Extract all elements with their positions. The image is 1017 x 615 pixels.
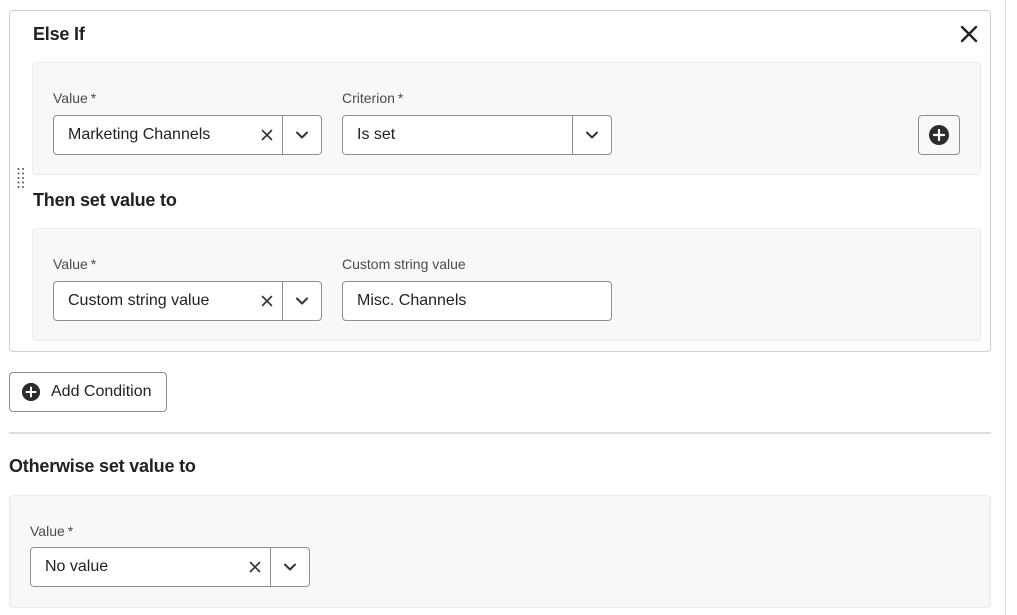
clear-icon <box>261 295 273 307</box>
condition-value-dropdown-button[interactable] <box>282 116 321 154</box>
otherwise-value-combobox[interactable]: No value <box>30 547 310 587</box>
otherwise-title: Otherwise set value to <box>9 456 196 476</box>
else-if-title: Else If <box>33 24 85 44</box>
condition-panel: Value * Marketing Channels Criterion * Is … <box>32 62 981 175</box>
then-value-clear-button[interactable] <box>252 282 282 320</box>
then-value-label: Value * <box>53 256 97 272</box>
chevron-down-icon <box>284 563 296 571</box>
add-condition-label: Add Condition <box>51 383 152 400</box>
condition-value-label: Value * <box>53 90 97 106</box>
else-if-card: Else If Value * Marketing Channels Criter… <box>9 10 991 352</box>
add-circle-icon <box>21 382 41 402</box>
add-circle-icon <box>929 125 949 145</box>
add-criterion-button[interactable] <box>918 115 960 155</box>
close-button[interactable] <box>956 21 982 47</box>
scrollbar[interactable] <box>1005 0 1017 615</box>
criterion-label: Criterion * <box>342 90 404 106</box>
then-title: Then set value to <box>33 190 177 210</box>
criterion-text[interactable]: Is set <box>343 116 572 154</box>
condition-value-combobox[interactable]: Marketing Channels <box>53 115 322 155</box>
then-value-text[interactable]: Custom string value <box>54 282 252 320</box>
otherwise-value-label: Value * <box>30 523 74 539</box>
clear-icon <box>249 561 261 573</box>
then-value-combobox[interactable]: Custom string value <box>53 281 322 321</box>
otherwise-value-text[interactable]: No value <box>31 548 240 586</box>
custom-string-label: Custom string value <box>342 256 466 272</box>
chevron-down-icon <box>586 131 598 139</box>
otherwise-value-dropdown-button[interactable] <box>270 548 309 586</box>
otherwise-value-clear-button[interactable] <box>240 548 270 586</box>
condition-value-clear-button[interactable] <box>252 116 282 154</box>
section-divider <box>9 432 991 434</box>
then-panel: Value * Custom string value Custom string… <box>32 228 981 341</box>
chevron-down-icon <box>296 131 308 139</box>
criterion-dropdown-button[interactable] <box>572 116 611 154</box>
condition-value-text[interactable]: Marketing Channels <box>54 116 252 154</box>
clear-icon <box>261 129 273 141</box>
add-condition-button[interactable]: Add Condition <box>9 372 167 412</box>
criterion-combobox[interactable]: Is set <box>342 115 612 155</box>
otherwise-panel: Value * No value <box>9 495 991 608</box>
chevron-down-icon <box>296 297 308 305</box>
then-value-dropdown-button[interactable] <box>282 282 321 320</box>
custom-string-input[interactable] <box>342 281 612 321</box>
drag-handle-icon[interactable] <box>16 167 26 189</box>
close-icon <box>960 25 978 43</box>
